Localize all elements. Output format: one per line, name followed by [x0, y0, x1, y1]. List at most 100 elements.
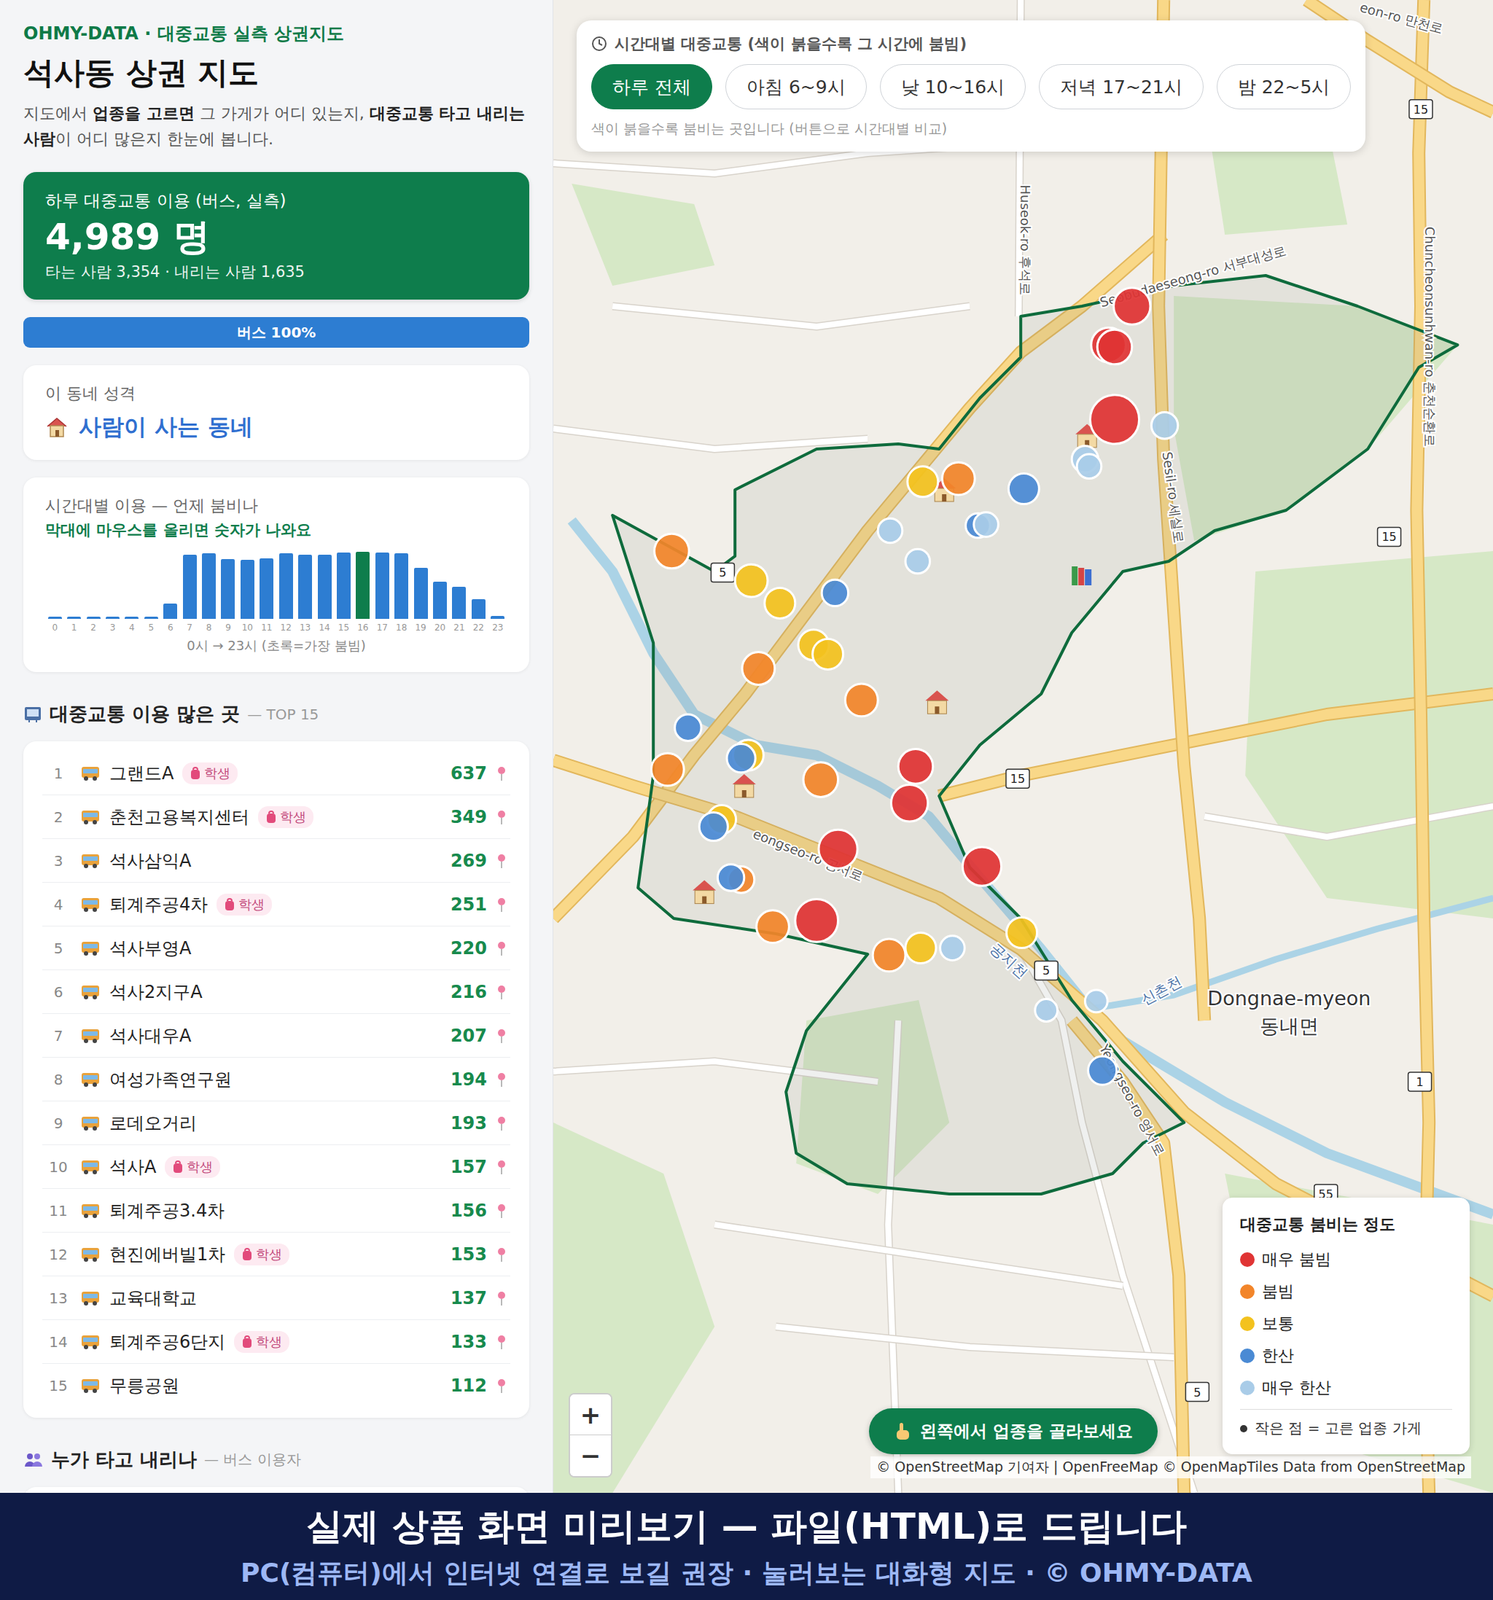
hour-bar[interactable] — [298, 554, 313, 619]
bus-stop-marker[interactable] — [941, 462, 975, 495]
bus-stop-marker[interactable] — [1076, 454, 1102, 479]
bar-track — [276, 551, 296, 619]
stop-row[interactable]: 14퇴계주공6단지학생133 — [42, 1320, 511, 1364]
zoom-button[interactable]: + — [570, 1394, 611, 1436]
hour-bar[interactable] — [414, 567, 428, 619]
bus-stop-marker[interactable] — [734, 564, 768, 598]
bus-stop-marker[interactable] — [1089, 395, 1139, 444]
bus-stop-marker[interactable] — [940, 936, 966, 961]
backpack-icon — [265, 810, 278, 824]
legend-item: 보통 — [1240, 1312, 1453, 1335]
hour-bar[interactable] — [105, 616, 120, 619]
bus-stop-marker[interactable] — [1008, 473, 1039, 505]
category-callout[interactable]: 왼쪽에서 업종을 골라보세요 — [868, 1408, 1158, 1455]
bus-stop-marker[interactable] — [717, 864, 744, 891]
stop-row[interactable]: 9로데오거리193 — [42, 1101, 511, 1146]
hour-bar[interactable] — [48, 616, 62, 619]
hour-bar[interactable] — [182, 554, 197, 619]
hour-bar[interactable] — [317, 554, 332, 620]
bar-track — [199, 551, 218, 619]
bus-stop-marker[interactable] — [905, 933, 937, 964]
stop-row[interactable]: 15무릉공원112 — [42, 1363, 511, 1408]
stop-rank: 15 — [45, 1377, 72, 1395]
bus-stop-marker[interactable] — [1113, 287, 1151, 325]
character-card: 이 동네 성격사람이 사는 동네 — [23, 365, 530, 461]
hour-bar[interactable] — [201, 553, 216, 620]
bus-stop-marker[interactable] — [877, 518, 903, 544]
map-label: 동내면 — [1259, 1014, 1319, 1038]
hour-bar[interactable] — [471, 599, 486, 619]
bus-stop-marker[interactable] — [890, 785, 928, 822]
bus-stop-marker[interactable] — [962, 847, 1001, 886]
bus-stop-marker[interactable] — [1084, 989, 1108, 1013]
hour-bar[interactable] — [163, 603, 178, 619]
hour-bar[interactable] — [451, 586, 466, 619]
stop-row[interactable]: 7석사대우A207 — [42, 1014, 511, 1058]
bus-stop-marker[interactable] — [1035, 999, 1058, 1023]
hour-tick: 6 — [167, 622, 174, 633]
stop-row[interactable]: 6석사2지구A216 — [42, 970, 511, 1015]
bus-stop-marker[interactable] — [803, 762, 839, 798]
bus-stop-marker[interactable] — [795, 898, 839, 942]
bar-track — [141, 551, 161, 619]
hour-bar[interactable] — [220, 559, 235, 620]
time-option-button[interactable]: 하루 전체 — [591, 64, 713, 110]
stop-row[interactable]: 3석사삼익A269 — [42, 839, 511, 883]
hour-bar[interactable] — [240, 559, 255, 619]
hour-bar[interactable] — [375, 552, 390, 619]
hour-bar[interactable] — [433, 581, 447, 619]
bus-stop-marker[interactable] — [1097, 329, 1133, 365]
bus-stop-marker[interactable] — [654, 533, 690, 569]
bus-stop-marker[interactable] — [898, 749, 934, 785]
bus-stop-marker[interactable] — [1151, 412, 1178, 439]
stop-row[interactable]: 1그랜드A학생637 — [42, 751, 511, 796]
hour-bar[interactable] — [355, 551, 370, 619]
bus-stop-marker[interactable] — [844, 683, 878, 717]
time-option-button[interactable]: 아침 6~9시 — [725, 64, 867, 110]
hour-bar[interactable] — [67, 616, 81, 619]
stop-row[interactable]: 4퇴계주공4차학생251 — [42, 882, 511, 927]
bus-stop-marker[interactable] — [973, 512, 999, 538]
hour-bar[interactable] — [279, 553, 294, 619]
stop-row[interactable]: 12현진에버빌1차학생153 — [42, 1232, 511, 1277]
hour-bar[interactable] — [394, 553, 409, 619]
hour-bar[interactable] — [336, 552, 351, 619]
stop-row[interactable]: 8여성가족연구원194 — [42, 1057, 511, 1102]
hour-bar[interactable] — [490, 616, 505, 619]
stop-name: 석사A — [109, 1155, 157, 1179]
bus-stop-marker[interactable] — [651, 753, 684, 786]
legend-item: 한산 — [1240, 1345, 1453, 1367]
bus-stop-marker[interactable] — [907, 466, 939, 498]
bus-stop-marker[interactable] — [1006, 917, 1038, 949]
time-option-button[interactable]: 밤 22~5시 — [1216, 64, 1352, 110]
pointing-hand-icon — [893, 1422, 912, 1442]
bus-stop-marker[interactable] — [818, 829, 858, 869]
hour-column: 23 — [488, 551, 508, 633]
hour-bar[interactable] — [86, 616, 101, 619]
hour-bar[interactable] — [144, 616, 159, 620]
bus-stop-marker[interactable] — [699, 812, 728, 841]
bus-stop-marker[interactable] — [742, 652, 775, 686]
bus-stop-marker[interactable] — [872, 938, 906, 972]
stop-row[interactable]: 11퇴계주공3.4차156 — [42, 1189, 511, 1233]
hour-column: 6 — [160, 551, 180, 633]
stop-row[interactable]: 13교육대학교137 — [42, 1276, 511, 1321]
bus-stop-marker[interactable] — [905, 548, 931, 574]
stop-row[interactable]: 2춘천고용복지센터학생349 — [42, 795, 511, 840]
time-option-button[interactable]: 낮 10~16시 — [879, 64, 1027, 110]
bus-stop-marker[interactable] — [726, 744, 756, 773]
pin-icon — [495, 1334, 508, 1351]
clock-icon — [591, 35, 608, 52]
bus-stop-marker[interactable] — [764, 587, 796, 619]
bus-stop-marker[interactable] — [812, 638, 844, 670]
bus-stop-marker[interactable] — [675, 714, 702, 741]
bus-stop-marker[interactable] — [821, 579, 848, 606]
stop-row[interactable]: 5석사부영A220 — [42, 926, 511, 971]
stop-row[interactable]: 10석사A학생157 — [42, 1145, 511, 1190]
time-option-button[interactable]: 저녁 17~21시 — [1038, 64, 1204, 110]
bus-stop-marker[interactable] — [1088, 1056, 1117, 1085]
zoom-button[interactable]: − — [570, 1435, 611, 1477]
bus-stop-marker[interactable] — [756, 910, 790, 944]
hour-bar[interactable] — [124, 616, 139, 619]
hour-bar[interactable] — [259, 558, 274, 619]
